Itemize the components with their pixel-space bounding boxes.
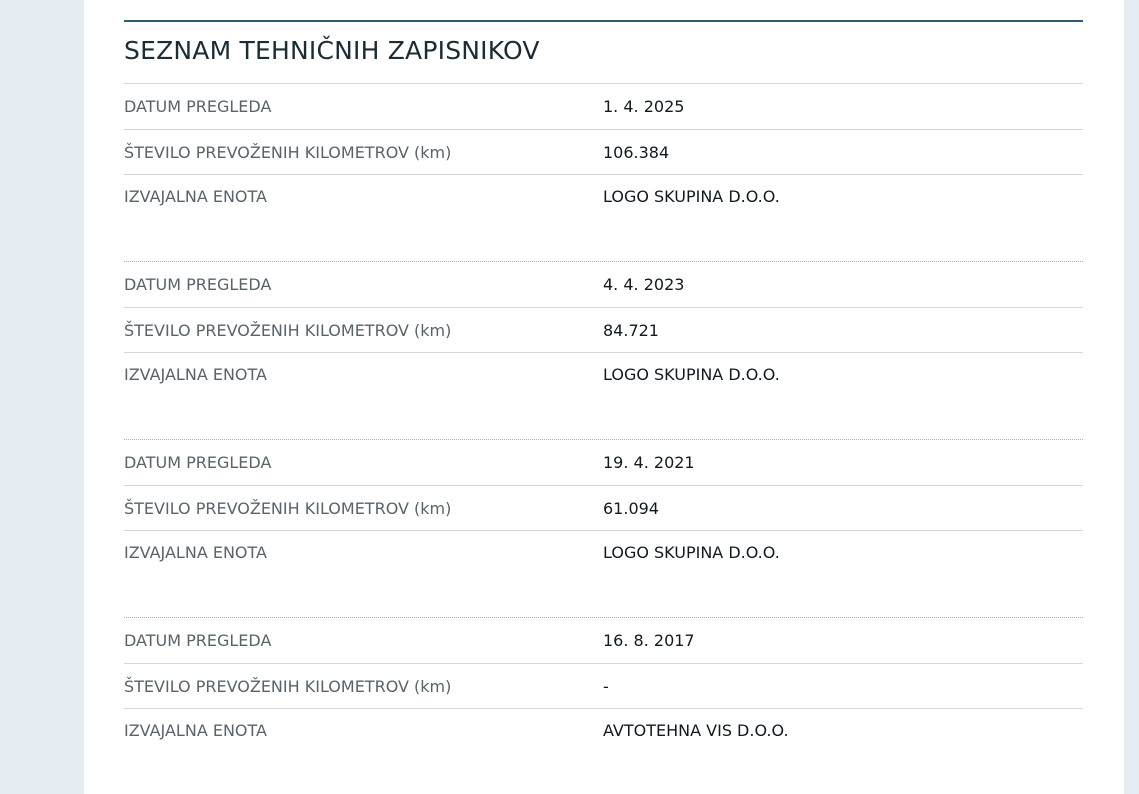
record-row-date: DATUM PREGLEDA 19. 4. 2021 [124, 440, 1083, 486]
record-row-date: DATUM PREGLEDA 4. 4. 2023 [124, 262, 1083, 308]
record-row-km: ŠTEVILO PREVOŽENIH KILOMETROV (km) 61.09… [124, 486, 1083, 531]
km-label: ŠTEVILO PREVOŽENIH KILOMETROV (km) [124, 320, 452, 340]
record-row-km: ŠTEVILO PREVOŽENIH KILOMETROV (km) 106.3… [124, 130, 1083, 175]
km-value: 61.094 [603, 498, 659, 518]
record-row-unit: IZVAJALNA ENOTA LOGO SKUPINA D.O.O. [124, 353, 1083, 398]
km-label: ŠTEVILO PREVOŽENIH KILOMETROV (km) [124, 142, 452, 162]
date-value: 4. 4. 2023 [603, 275, 685, 294]
main-panel: SEZNAM TEHNIČNIH ZAPISNIKOV DATUM PREGLE… [84, 0, 1124, 794]
record-row-unit: IZVAJALNA ENOTA LOGO SKUPINA D.O.O. [124, 531, 1083, 576]
unit-value: AVTOTEHNA VIS D.O.O. [603, 721, 789, 740]
date-value: 1. 4. 2025 [603, 97, 685, 116]
record-2: DATUM PREGLEDA 4. 4. 2023 ŠTEVILO PREVOŽ… [124, 262, 1083, 440]
record-3: DATUM PREGLEDA 19. 4. 2021 ŠTEVILO PREVO… [124, 440, 1083, 618]
date-value: 19. 4. 2021 [603, 453, 695, 472]
unit-value: LOGO SKUPINA D.O.O. [603, 365, 780, 384]
unit-label: IZVAJALNA ENOTA [124, 543, 267, 562]
record-1: DATUM PREGLEDA 1. 4. 2025 ŠTEVILO PREVOŽ… [124, 84, 1083, 262]
date-label: DATUM PREGLEDA [124, 97, 272, 116]
record-row-km: ŠTEVILO PREVOŽENIH KILOMETROV (km) - [124, 664, 1083, 709]
unit-value: LOGO SKUPINA D.O.O. [603, 543, 780, 562]
unit-label: IZVAJALNA ENOTA [124, 187, 267, 206]
unit-value: LOGO SKUPINA D.O.O. [603, 187, 780, 206]
record-row-date: DATUM PREGLEDA 16. 8. 2017 [124, 618, 1083, 664]
date-value: 16. 8. 2017 [603, 631, 695, 650]
record-row-km: ŠTEVILO PREVOŽENIH KILOMETROV (km) 84.72… [124, 308, 1083, 353]
technical-records-section: SEZNAM TEHNIČNIH ZAPISNIKOV DATUM PREGLE… [124, 20, 1083, 754]
date-label: DATUM PREGLEDA [124, 275, 272, 294]
unit-label: IZVAJALNA ENOTA [124, 365, 267, 384]
km-value: 84.721 [603, 320, 659, 340]
unit-label: IZVAJALNA ENOTA [124, 721, 267, 740]
record-row-unit: IZVAJALNA ENOTA LOGO SKUPINA D.O.O. [124, 175, 1083, 220]
km-value: 106.384 [603, 142, 670, 162]
date-label: DATUM PREGLEDA [124, 453, 272, 472]
record-4: DATUM PREGLEDA 16. 8. 2017 ŠTEVILO PREVO… [124, 618, 1083, 754]
section-title: SEZNAM TEHNIČNIH ZAPISNIKOV [124, 22, 1083, 84]
km-label: ŠTEVILO PREVOŽENIH KILOMETROV (km) [124, 498, 452, 518]
record-row-date: DATUM PREGLEDA 1. 4. 2025 [124, 84, 1083, 130]
km-label: ŠTEVILO PREVOŽENIH KILOMETROV (km) [124, 676, 452, 696]
record-row-unit: IZVAJALNA ENOTA AVTOTEHNA VIS D.O.O. [124, 709, 1083, 754]
km-value: - [603, 676, 609, 696]
date-label: DATUM PREGLEDA [124, 631, 272, 650]
